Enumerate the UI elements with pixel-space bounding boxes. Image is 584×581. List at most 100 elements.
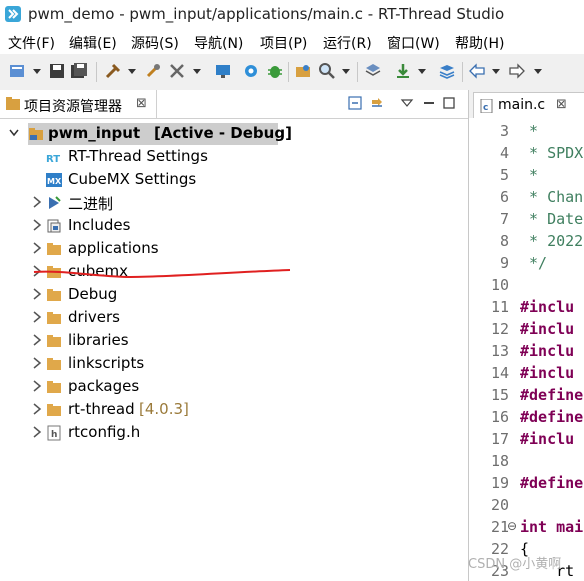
tree-item-label: CubeMX Settings (68, 170, 197, 188)
menu-navigate[interactable]: 导航(N) (194, 33, 243, 53)
tree-item-rt-thread[interactable]: rt-thread [4.0.3] (0, 399, 468, 421)
code-line: * 2022 (520, 232, 584, 250)
tree-item-label: libraries (68, 331, 129, 349)
chevron-right-icon[interactable] (32, 334, 42, 346)
menu-run[interactable]: 运行(R) (323, 33, 372, 53)
chevron-right-icon[interactable] (32, 196, 42, 208)
tree-item-label: drivers (68, 308, 120, 326)
line-number: 6 (499, 188, 509, 206)
tree-item-rtconfig[interactable]: h rtconfig.h (0, 422, 468, 444)
editor-header: c main.c ⊠ (469, 90, 584, 119)
save-all-icon[interactable] (70, 62, 88, 80)
minimize-icon[interactable] (422, 96, 436, 110)
folder-icon (47, 404, 61, 416)
monitor-icon[interactable] (214, 62, 232, 80)
chevron-down-icon[interactable] (128, 69, 136, 74)
explorer-tab-label: 项目资源管理器 (24, 99, 122, 115)
toolbar-separator (288, 62, 289, 82)
project-name: pwm_input (48, 124, 141, 142)
tree-item-label: packages (68, 377, 140, 395)
line-number: 15 (490, 386, 509, 404)
chevron-down-icon[interactable] (534, 69, 542, 74)
chevron-down-icon[interactable] (342, 69, 350, 74)
chevron-right-icon[interactable] (32, 288, 42, 300)
tree-item-rt-thread-settings[interactable]: RT RT-Thread Settings (0, 146, 468, 168)
chevron-down-icon[interactable] (9, 129, 19, 137)
chevron-right-icon[interactable] (32, 380, 42, 392)
chevron-right-icon[interactable] (32, 219, 42, 231)
explorer-header: 项目资源管理器 ⊠ (0, 90, 468, 119)
layers-icon[interactable] (438, 62, 456, 80)
code-line: int mai (520, 518, 584, 536)
tree-item-debug[interactable]: Debug (0, 284, 468, 306)
forward-icon[interactable] (508, 62, 526, 80)
tree-item-label: Debug (68, 285, 118, 303)
close-icon[interactable]: ⊠ (556, 97, 567, 112)
code-area[interactable]: 3 * 4 * SPDX 5 * 6 * Chan 7 * Date 8 * 2022 9 … (469, 118, 584, 581)
debug-icon[interactable] (266, 62, 284, 80)
menu-file[interactable]: 文件(F) (8, 33, 55, 53)
tree-item-label: 二进制 (68, 195, 114, 213)
download-icon[interactable] (394, 62, 412, 80)
project-explorer-panel: 项目资源管理器 ⊠ pwm_input [Active - Debug] RT … (0, 90, 469, 581)
tab-main-c[interactable]: c main.c ⊠ (473, 92, 584, 119)
tree-item-linkscripts[interactable]: linkscripts (0, 353, 468, 375)
back-icon[interactable] (468, 62, 486, 80)
editor-panel: c main.c ⊠ 3 * 4 * SPDX 5 * 6 * Chan 7 * Dat… (469, 90, 584, 581)
chevron-down-icon[interactable] (193, 69, 201, 74)
chevron-right-icon[interactable] (32, 242, 42, 254)
tree-item-cubemx-settings[interactable]: MX CubeMX Settings (0, 169, 468, 191)
menu-help[interactable]: 帮助(H) (455, 33, 504, 53)
chevron-right-icon[interactable] (32, 426, 42, 438)
chevron-down-icon[interactable] (33, 69, 41, 74)
menu-window[interactable]: 窗口(W) (387, 33, 440, 53)
line-number: 20 (490, 496, 509, 514)
new-icon[interactable] (8, 62, 26, 80)
book-icon[interactable] (364, 62, 382, 80)
tree-item-packages[interactable]: packages (0, 376, 468, 398)
tree-item-label: rtconfig.h (68, 423, 141, 441)
chevron-down-icon[interactable] (418, 69, 426, 74)
maximize-icon[interactable] (442, 96, 456, 110)
search-icon[interactable] (318, 62, 336, 80)
line-number: 9 (499, 254, 509, 272)
code-line: #define (520, 386, 584, 404)
tree-item-libraries[interactable]: libraries (0, 330, 468, 352)
tools-icon[interactable] (168, 62, 186, 80)
menu-project[interactable]: 项目(P) (260, 33, 307, 53)
code-line: #inclu (520, 364, 575, 382)
save-icon[interactable] (48, 62, 66, 80)
chevron-right-icon[interactable] (32, 403, 42, 415)
menu-source[interactable]: 源码(S) (131, 33, 179, 53)
clean-icon[interactable] (144, 62, 162, 80)
collapse-all-icon[interactable] (348, 96, 362, 110)
settings-icon[interactable] (242, 62, 260, 80)
tree-item-label: linkscripts (68, 354, 145, 372)
tree-item-drivers[interactable]: drivers (0, 307, 468, 329)
tree-item-label: applications (68, 239, 159, 257)
open-project-icon[interactable] (294, 62, 312, 80)
code-line: */ (520, 254, 548, 272)
tab-project-explorer[interactable]: 项目资源管理器 ⊠ (0, 90, 157, 118)
tree-item-applications[interactable]: applications (0, 238, 468, 260)
fold-icon[interactable]: ⊖ (507, 519, 517, 533)
link-with-editor-icon[interactable] (370, 96, 384, 110)
chevron-right-icon[interactable] (32, 311, 42, 323)
tree-item-includes[interactable]: Includes (0, 215, 468, 237)
folder-icon (47, 381, 61, 393)
chevron-down-icon[interactable] (492, 69, 500, 74)
build-icon[interactable] (104, 62, 122, 80)
project-row[interactable]: pwm_input [Active - Debug] (0, 123, 468, 145)
folder-icon (47, 289, 61, 301)
toolbar (0, 54, 584, 91)
version-tag: [4.0.3] (139, 400, 189, 418)
folder-icon (47, 312, 61, 324)
line-number: 16 (490, 408, 509, 426)
menu-edit[interactable]: 编辑(E) (69, 33, 117, 53)
tree-item-binaries[interactable]: 二进制 (0, 192, 468, 214)
line-number: 11 (490, 298, 509, 316)
view-menu-icon[interactable] (400, 96, 414, 110)
code-line: * (520, 122, 539, 140)
chevron-right-icon[interactable] (32, 357, 42, 369)
close-icon[interactable]: ⊠ (136, 96, 147, 111)
